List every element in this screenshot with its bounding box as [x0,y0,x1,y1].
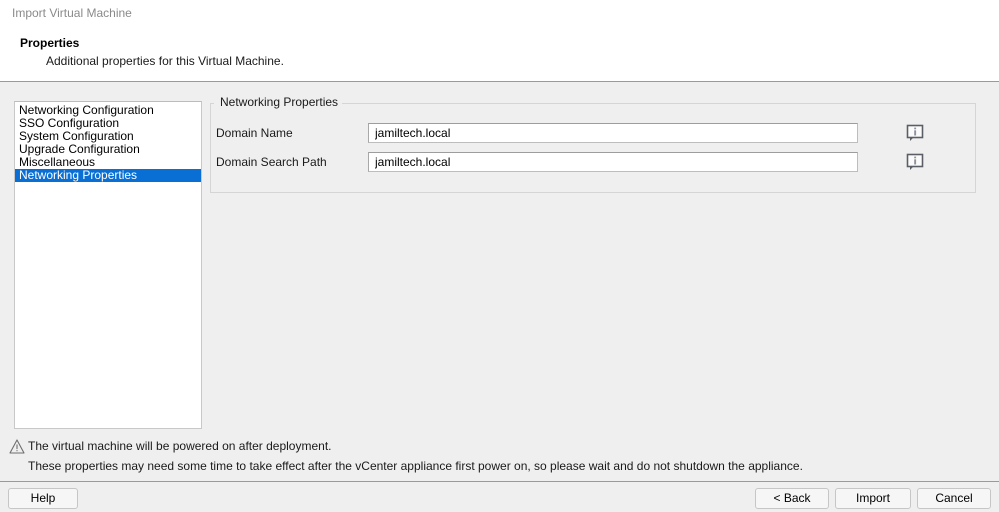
networking-properties-group [210,103,976,193]
cancel-button[interactable]: Cancel [917,488,991,509]
window-titlebar: Import Virtual Machine [0,0,999,26]
group-legend: Networking Properties [216,95,343,109]
page-title: Properties [20,36,80,50]
import-virtual-machine-window: Import Virtual Machine Properties Additi… [0,0,999,512]
domain-search-path-label: Domain Search Path [216,155,327,169]
wizard-footer: Help < Back Import Cancel [0,481,999,512]
list-item-selected[interactable]: Networking Properties [15,169,201,182]
notice-line-2: These properties may need some time to t… [28,459,803,473]
domain-name-label: Domain Name [216,126,293,140]
domain-name-input[interactable] [368,123,858,143]
group-border-segment-right [340,103,976,104]
deployment-notice: The virtual machine will be powered on a… [0,434,999,480]
properties-category-list[interactable]: Networking Configuration SSO Configurati… [14,101,202,429]
wizard-header: Properties Additional properties for thi… [0,26,999,82]
warning-triangle-icon [9,439,25,454]
info-callout-icon[interactable] [905,124,925,142]
back-button[interactable]: < Back [755,488,829,509]
info-callout-icon[interactable] [905,153,925,171]
group-border-segment-left [210,103,214,104]
wizard-body: Networking Configuration SSO Configurati… [0,83,999,471]
import-button[interactable]: Import [835,488,911,509]
window-title: Import Virtual Machine [12,6,132,20]
domain-search-path-input[interactable] [368,152,858,172]
page-subtitle: Additional properties for this Virtual M… [46,54,284,68]
notice-line-1: The virtual machine will be powered on a… [28,439,332,453]
help-button[interactable]: Help [8,488,78,509]
